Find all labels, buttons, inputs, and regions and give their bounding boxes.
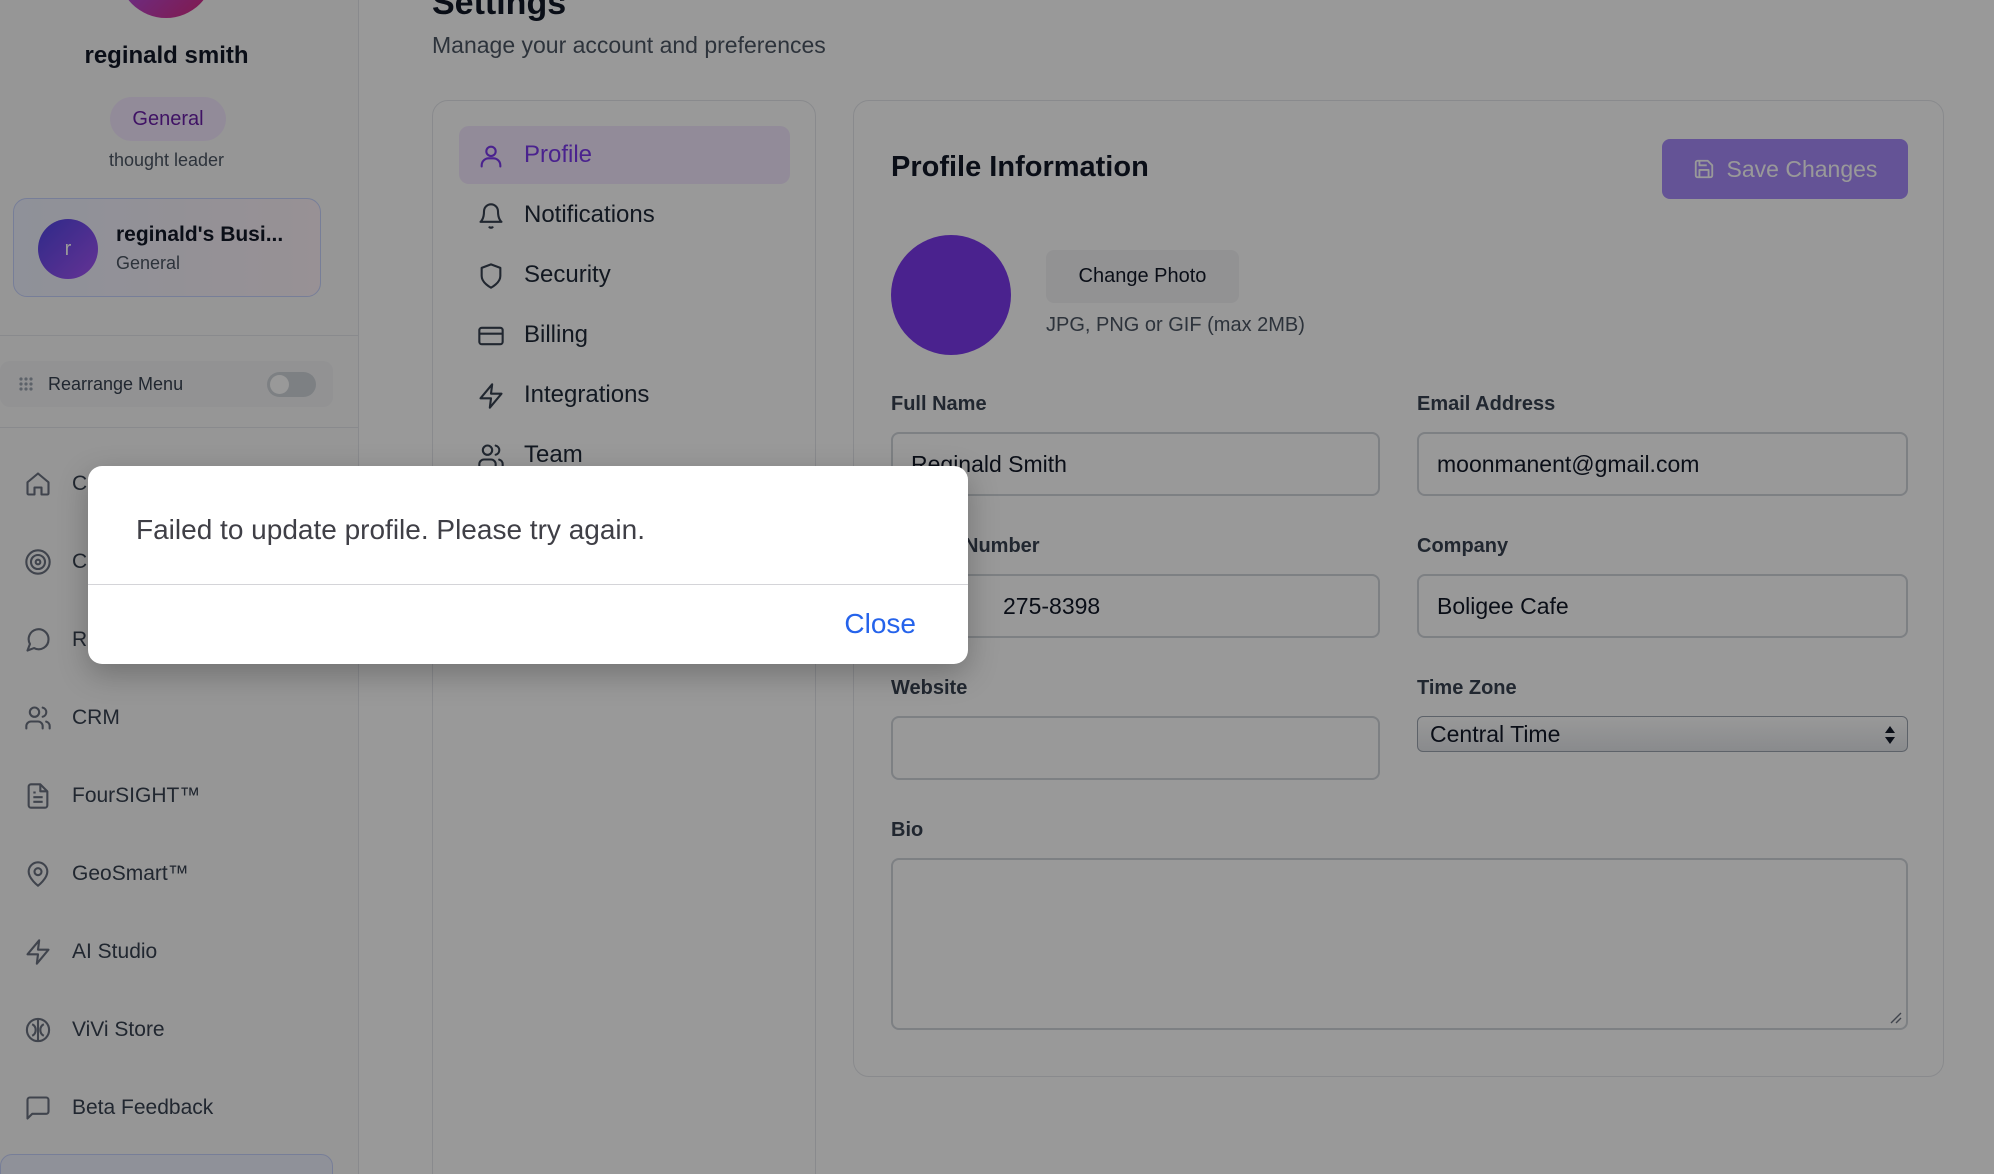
error-dialog: Failed to update profile. Please try aga… (88, 466, 968, 664)
close-button[interactable]: Close (844, 608, 916, 640)
dialog-divider (88, 584, 968, 585)
error-message: Failed to update profile. Please try aga… (136, 514, 645, 545)
